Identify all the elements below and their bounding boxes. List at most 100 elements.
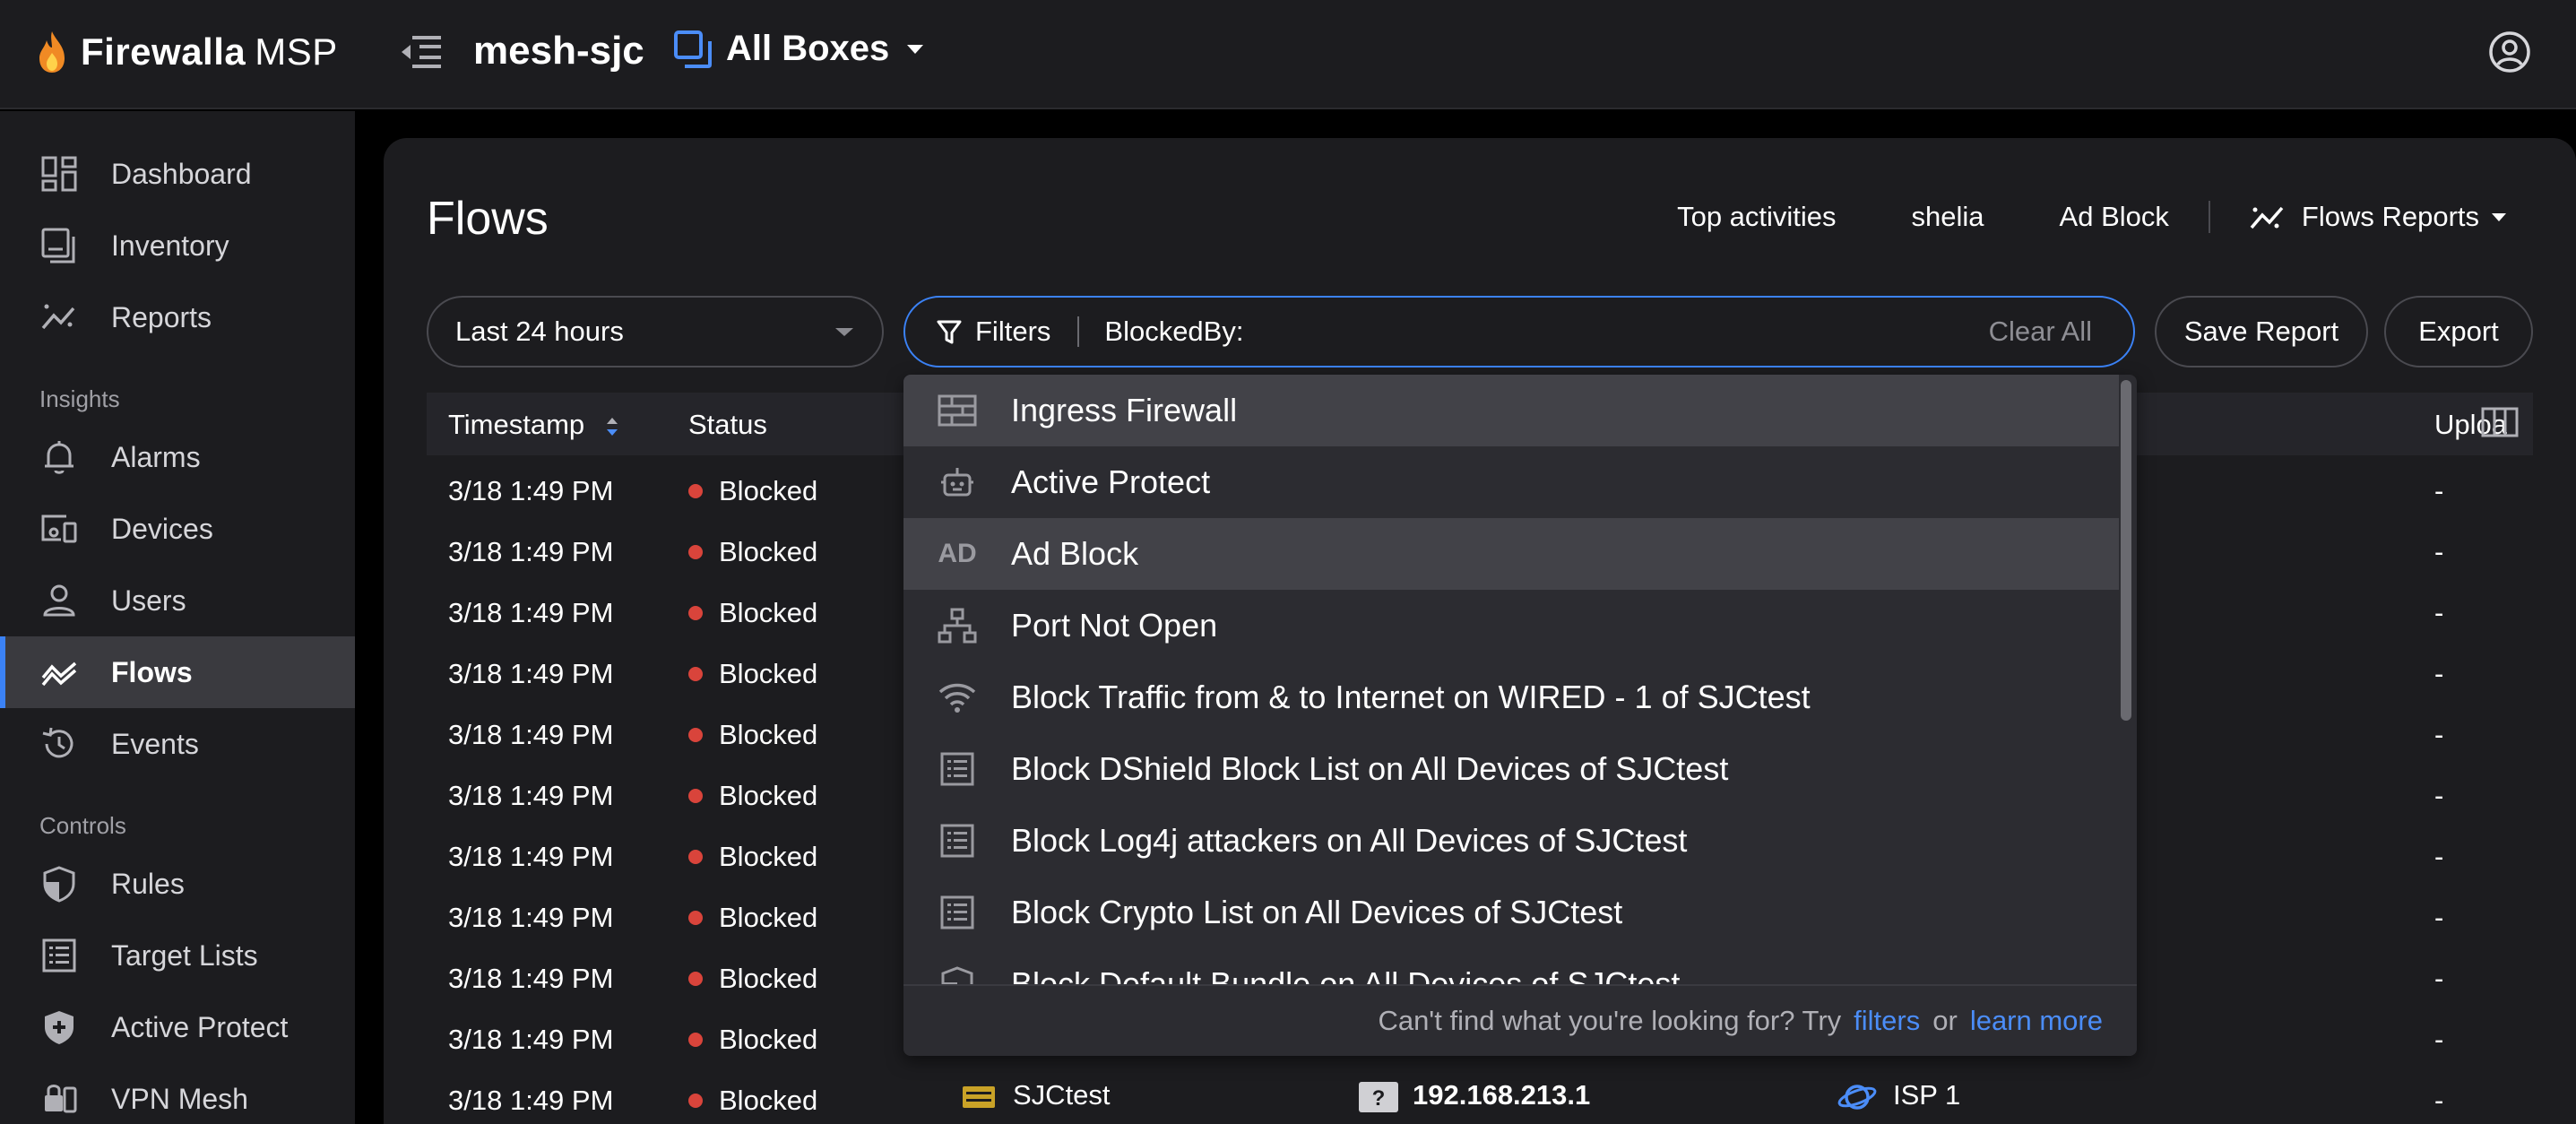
time-range-select[interactable]: Last 24 hours bbox=[427, 296, 884, 367]
sidebar-item-events[interactable]: Events bbox=[0, 708, 355, 780]
sidebar-item-vpn-mesh[interactable]: VPN Mesh bbox=[0, 1063, 355, 1124]
sidebar-item-reports[interactable]: Reports bbox=[0, 281, 355, 353]
columns-icon[interactable] bbox=[2481, 407, 2519, 437]
suggestion-label: Block Default Bundle on All Devices of S… bbox=[1011, 965, 1681, 984]
filter-input[interactable]: Filters BlockedBy: Clear All bbox=[903, 296, 2135, 367]
status-text: Blocked bbox=[719, 475, 818, 506]
timestamp-cell: 3/18 1:49 PM bbox=[448, 780, 614, 811]
sort-icon[interactable] bbox=[605, 413, 619, 440]
suggestion-label: Active Protect bbox=[1011, 463, 1211, 500]
sidebar-item-users[interactable]: Users bbox=[0, 565, 355, 636]
learn-more-link[interactable]: learn more bbox=[1970, 1005, 2103, 1037]
dashboard-icon bbox=[41, 156, 77, 192]
suggestion-item[interactable]: Block Log4j attackers on All Devices of … bbox=[903, 805, 2119, 877]
planet-icon bbox=[1837, 1085, 1877, 1110]
clear-all-button[interactable]: Clear All bbox=[1989, 316, 2092, 348]
network-icon bbox=[936, 608, 979, 644]
time-range-value: Last 24 hours bbox=[455, 316, 624, 347]
column-label: Timestamp bbox=[448, 409, 585, 440]
export-button[interactable]: Export bbox=[2384, 296, 2533, 367]
sidebar-item-label: Reports bbox=[111, 300, 212, 333]
status-text: Blocked bbox=[719, 658, 818, 689]
chevron-down-icon bbox=[907, 44, 924, 54]
suggestion-item[interactable]: Active Protect bbox=[903, 446, 2119, 518]
upload-cell: - bbox=[2434, 658, 2444, 689]
column-status[interactable]: Status bbox=[688, 409, 767, 441]
flows-reports-menu[interactable]: Flows Reports bbox=[2250, 201, 2506, 233]
blocked-dot-icon bbox=[688, 483, 703, 498]
suggestion-label: Ad Block bbox=[1011, 535, 1139, 572]
flows-reports-label: Flows Reports bbox=[2301, 201, 2479, 232]
status-text: Blocked bbox=[719, 841, 818, 872]
suggestion-item[interactable]: Block Default Bundle on All Devices of S… bbox=[903, 948, 2119, 984]
divider bbox=[1077, 316, 1080, 347]
brand-name: Firewalla bbox=[81, 30, 246, 73]
timestamp-cell: 3/18 1:49 PM bbox=[448, 658, 614, 689]
status-text: Blocked bbox=[719, 597, 818, 628]
page-title: Flows bbox=[427, 193, 549, 245]
header-links: Top activities shelia Ad Block Flows Rep… bbox=[1677, 201, 2576, 233]
suggestion-label: Block Crypto List on All Devices of SJCt… bbox=[1011, 894, 1623, 930]
filters-link[interactable]: filters bbox=[1854, 1005, 1920, 1037]
account-icon[interactable] bbox=[2488, 30, 2531, 73]
suggestion-item[interactable]: Port Not Open bbox=[903, 590, 2119, 661]
devices-icon bbox=[41, 514, 77, 543]
sidebar-item-target-lists[interactable]: Target Lists bbox=[0, 920, 355, 991]
chevron-down-icon bbox=[2492, 212, 2506, 221]
network-cell[interactable]: ISP 1 bbox=[1837, 1079, 1960, 1115]
inventory-icon bbox=[41, 228, 75, 264]
status-cell: Blocked bbox=[688, 902, 817, 934]
suggestion-label: Block DShield Block List on All Devices … bbox=[1011, 750, 1729, 787]
suggestion-item[interactable]: Block Traffic from & to Internet on WIRE… bbox=[903, 661, 2119, 733]
suggestion-item[interactable]: Ingress Firewall bbox=[903, 375, 2119, 446]
suggestion-item[interactable]: Block Crypto List on All Devices of SJCt… bbox=[903, 877, 2119, 948]
firewall-icon bbox=[936, 393, 979, 428]
trend-icon bbox=[2250, 206, 2284, 229]
brand-suffix: MSP bbox=[255, 30, 338, 73]
sidebar-item-label: Devices bbox=[111, 512, 213, 545]
sidebar-section-controls: Controls bbox=[39, 812, 126, 839]
box-cell[interactable]: SJCtest bbox=[961, 1079, 1111, 1115]
top-activities-link[interactable]: Top activities bbox=[1677, 201, 1836, 233]
table-row[interactable]: 3/18 1:49 PM Blocked - SJCtest? 192.168.213.… bbox=[427, 1070, 2533, 1124]
sidebar-item-label: Inventory bbox=[111, 229, 229, 262]
shelia-link[interactable]: shelia bbox=[1912, 201, 1984, 233]
sidebar-item-rules[interactable]: Rules bbox=[0, 848, 355, 920]
box-selector[interactable]: All Boxes bbox=[674, 29, 924, 69]
box-name: SJCtest bbox=[1013, 1079, 1111, 1111]
sidebar-item-active-protect[interactable]: Active Protect bbox=[0, 991, 355, 1063]
upload-cell: - bbox=[2434, 597, 2444, 628]
upload-cell: - bbox=[2434, 719, 2444, 750]
shield-plus-icon bbox=[45, 1011, 73, 1044]
status-cell: Blocked bbox=[688, 475, 817, 507]
sidebar-item-alarms[interactable]: Alarms bbox=[0, 421, 355, 493]
status-cell: Blocked bbox=[688, 536, 817, 568]
column-timestamp[interactable]: Timestamp bbox=[448, 409, 619, 441]
filter-query[interactable]: BlockedBy: bbox=[1104, 316, 1988, 348]
footer-text: Can't find what you're looking for? Try bbox=[1378, 1005, 1842, 1036]
sidebar-item-label: Flows bbox=[111, 655, 193, 688]
list-icon bbox=[936, 751, 979, 787]
save-report-button[interactable]: Save Report bbox=[2155, 296, 2368, 367]
collapse-sidebar-icon[interactable] bbox=[400, 32, 443, 72]
sidebar-item-inventory[interactable]: Inventory bbox=[0, 210, 355, 281]
upload-cell: - bbox=[2434, 780, 2444, 811]
ad-block-link[interactable]: Ad Block bbox=[2060, 201, 2169, 233]
status-text: Blocked bbox=[719, 902, 818, 933]
sidebar-item-flows[interactable]: Flows bbox=[0, 636, 355, 708]
flows-icon bbox=[41, 661, 77, 687]
scrollbar[interactable] bbox=[2121, 380, 2131, 721]
firewalla-logo[interactable]: Firewalla MSP bbox=[36, 27, 338, 77]
ip-cell[interactable]: ? 192.168.213.1 bbox=[1359, 1079, 1590, 1112]
upload-cell: - bbox=[2434, 963, 2444, 994]
status-cell: Blocked bbox=[688, 1085, 817, 1117]
footer-or: or bbox=[1932, 1005, 1958, 1036]
suggestion-item[interactable]: Block DShield Block List on All Devices … bbox=[903, 733, 2119, 805]
filters-label[interactable]: Filters bbox=[975, 316, 1050, 348]
status-cell: Blocked bbox=[688, 963, 817, 995]
sidebar-item-devices[interactable]: Devices bbox=[0, 493, 355, 565]
suggestion-item[interactable]: AD Ad Block bbox=[903, 518, 2119, 590]
suggestion-list: Ingress Firewall Active Protect AD Ad Block… bbox=[903, 375, 2119, 984]
sidebar-item-dashboard[interactable]: Dashboard bbox=[0, 138, 355, 210]
status-text: Blocked bbox=[719, 780, 818, 811]
